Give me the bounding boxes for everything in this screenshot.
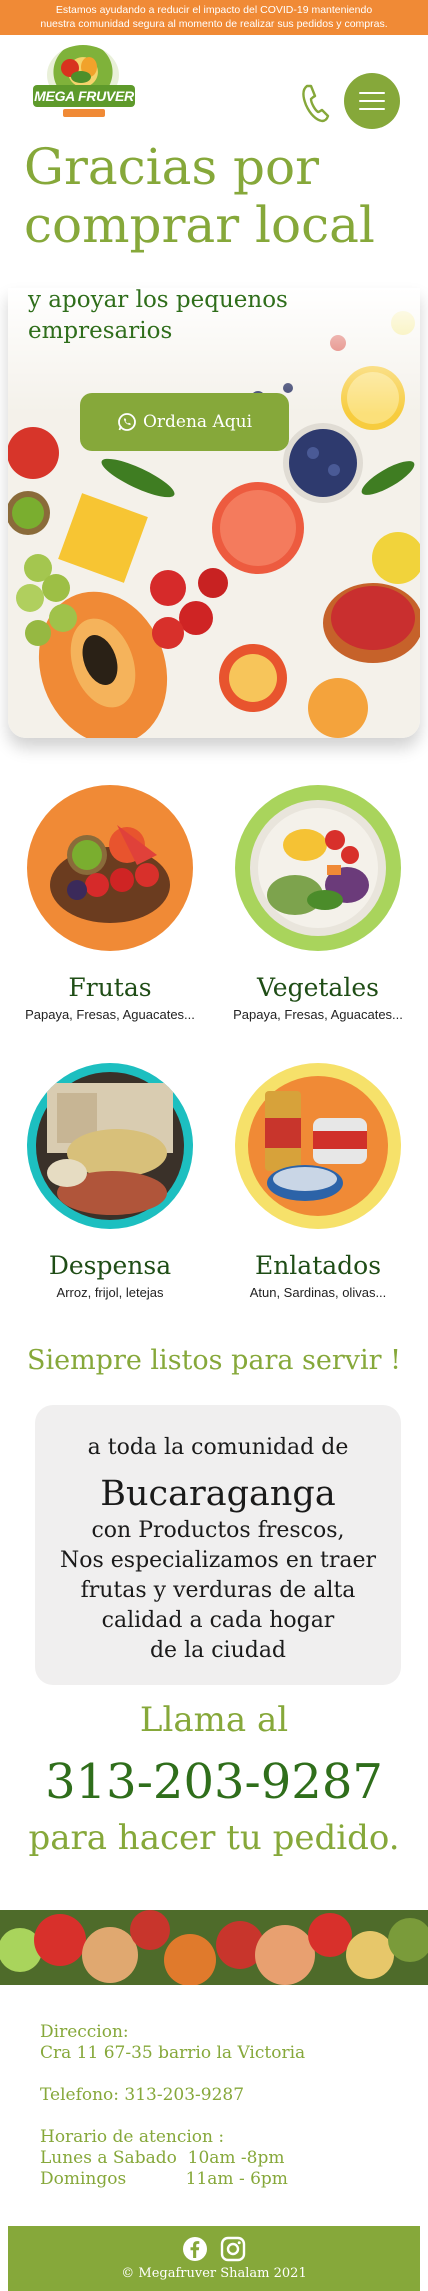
produce-strip-image <box>0 1910 428 1985</box>
hero-subtitle: y apoyar los pequenos empresarios <box>28 285 328 347</box>
covid-notice-banner: Estamos ayudando a reducir el impacto de… <box>0 0 428 35</box>
card-body-line: con Productos frescos, <box>91 1518 345 1543</box>
call-outro: para hacer tu pedido. <box>28 1818 400 1858</box>
menu-bar <box>359 108 385 110</box>
address-label: Direccion: <box>40 2022 129 2042</box>
community-card: a toda la comunidad de Bucaraganga con P… <box>35 1405 401 1685</box>
contact-info: Direccion: Cra 11 67-35 barrio la Victor… <box>40 2022 400 2190</box>
copyright: © Megafruver Shalam 2021 <box>121 2266 307 2281</box>
address: Cra 11 67-35 barrio la Victoria <box>40 2043 306 2063</box>
hamburger-menu-icon[interactable] <box>344 73 400 129</box>
facebook-icon[interactable] <box>182 2236 208 2262</box>
category-title: Despensa <box>48 1251 172 1280</box>
notice-line-1: Estamos ayudando a reducir el impacto de… <box>55 4 373 16</box>
vegetales-image[interactable] <box>235 785 401 951</box>
card-city: Bucaraganga <box>100 1474 336 1514</box>
enlatados-image[interactable] <box>235 1063 401 1229</box>
category-description: Papaya, Fresas, Aguacates... <box>25 1007 195 1022</box>
category-title: Vegetales <box>257 973 379 1002</box>
instagram-icon[interactable] <box>220 2236 246 2262</box>
category-despensa[interactable]: Despensa Arroz, frijol, letejas <box>10 1063 210 1300</box>
hero-title-line-1: Gracias por <box>24 138 320 196</box>
card-body-line: calidad a cada hogar <box>101 1608 335 1633</box>
hero: Gracias por comprar local y apoyar los p… <box>0 130 428 750</box>
hero-title: Gracias por comprar local <box>24 138 424 254</box>
card-body-line: frutas y verduras de alta <box>80 1578 356 1603</box>
contact-phone[interactable]: Telefono: 313-203-9287 <box>40 2085 400 2106</box>
hours-sunday: Domingos 11am - 6pm <box>40 2169 288 2189</box>
call-section: Llama al 313-203-9287 para hacer tu pedi… <box>0 1700 428 1858</box>
phone-icon[interactable] <box>300 83 332 123</box>
social-links <box>8 2236 420 2262</box>
menu-bar <box>359 100 385 102</box>
category-title: Enlatados <box>254 1251 382 1280</box>
footer: © Megafruver Shalam 2021 <box>8 2226 420 2291</box>
logo[interactable]: MEGA FRUVER <box>33 45 135 125</box>
card-body: con Productos frescos, Nos especializamo… <box>35 1516 401 1666</box>
logo-text: MEGA FRUVER <box>33 85 135 107</box>
hero-subtitle-line-2: empresarios <box>28 318 173 344</box>
header: MEGA FRUVER <box>0 35 428 130</box>
page: Estamos ayudando a reducir el impacto de… <box>0 0 428 2291</box>
hero-fruit-image <box>8 288 420 738</box>
category-enlatados[interactable]: Enlatados Atun, Sardinas, olivas... <box>218 1063 418 1300</box>
order-button[interactable]: Ordena Aqui <box>80 393 289 451</box>
hours-weekday: Lunes a Sabado 10am -8pm <box>40 2148 285 2168</box>
category-description: Atun, Sardinas, olivas... <box>249 1285 387 1300</box>
hero-title-line-2: comprar local <box>24 196 375 254</box>
card-body-line: de la ciudad <box>149 1638 287 1663</box>
menu-bar <box>359 92 385 94</box>
category-description: Papaya, Fresas, Aguacates... <box>233 1007 403 1022</box>
category-frutas[interactable]: Frutas Papaya, Fresas, Aguacates... <box>10 785 210 1022</box>
category-title: Frutas <box>68 973 152 1002</box>
logo-subband <box>63 109 105 117</box>
logo-fruit <box>71 71 91 83</box>
call-phone-number[interactable]: 313-203-9287 <box>0 1752 428 1812</box>
hero-subtitle-line-1: y apoyar los pequenos <box>28 287 288 313</box>
category-description: Arroz, frijol, letejas <box>56 1285 164 1300</box>
notice-line-2: nuestra comunidad segura al momento de r… <box>40 18 388 30</box>
card-body-line: Nos especializamos en traer <box>59 1548 377 1573</box>
category-vegetales[interactable]: Vegetales Papaya, Fresas, Aguacates... <box>218 785 418 1022</box>
whatsapp-icon <box>118 413 136 431</box>
order-button-label: Ordena Aqui <box>142 412 253 432</box>
frutas-image[interactable] <box>27 785 193 951</box>
call-intro: Llama al <box>139 1700 289 1740</box>
hours-label: Horario de atencion : <box>40 2127 225 2147</box>
card-intro: a toda la comunidad de <box>87 1435 349 1460</box>
ready-heading: Siempre listos para servir ! <box>26 1345 402 1376</box>
despensa-image[interactable] <box>27 1063 193 1229</box>
